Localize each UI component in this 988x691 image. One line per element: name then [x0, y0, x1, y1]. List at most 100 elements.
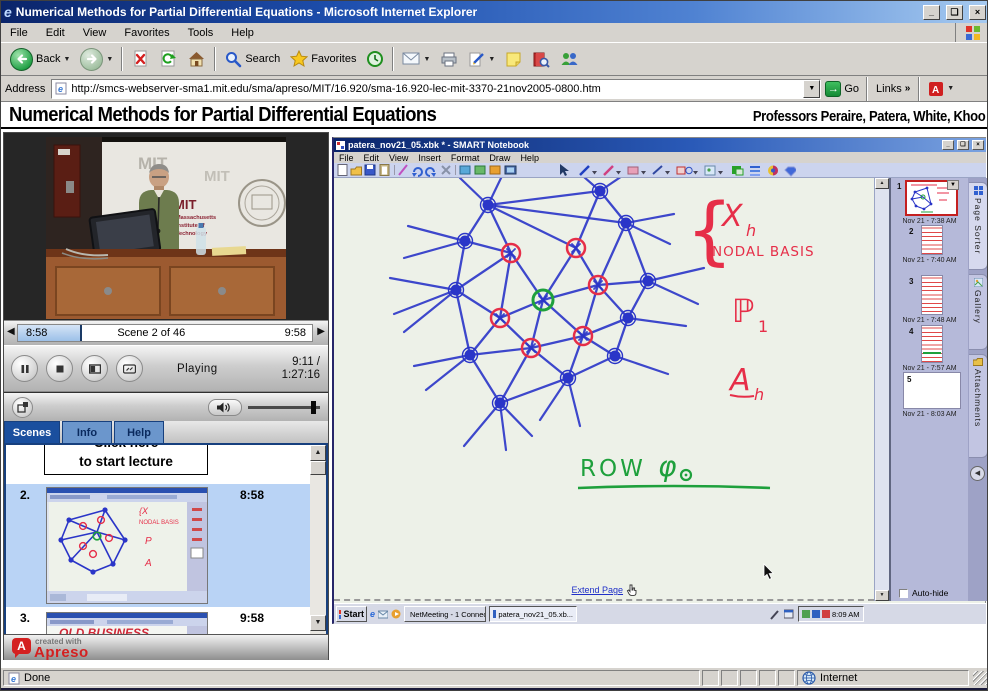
- edit-dropdown-icon[interactable]: ▼: [488, 56, 495, 63]
- search-button[interactable]: Search: [219, 45, 285, 73]
- menu-view[interactable]: View: [74, 25, 116, 41]
- scroll-up-icon[interactable]: ▲: [310, 445, 326, 461]
- go-button[interactable]: → Go: [821, 75, 863, 103]
- back-button[interactable]: Back ▼: [5, 45, 75, 73]
- scene-progress-marker[interactable]: [80, 324, 82, 342]
- nb-menu-insert[interactable]: Insert: [413, 153, 446, 163]
- mail-dropdown-icon[interactable]: ▼: [423, 56, 430, 63]
- menu-favorites[interactable]: Favorites: [115, 25, 178, 41]
- tray-icon-3[interactable]: [822, 610, 830, 618]
- volume-slider[interactable]: [248, 406, 320, 409]
- taskbar-netmeeting-button[interactable]: NetMeeting - 1 Connection: [404, 606, 486, 622]
- tab-scenes[interactable]: Scenes: [4, 421, 60, 443]
- menu-tools[interactable]: Tools: [179, 25, 223, 41]
- back-dropdown-icon[interactable]: ▼: [63, 56, 70, 63]
- nb-menu-file[interactable]: File: [334, 153, 359, 163]
- nb-menu-help[interactable]: Help: [515, 153, 544, 163]
- print-button[interactable]: [435, 45, 463, 73]
- address-dropdown-icon[interactable]: ▼: [803, 80, 820, 98]
- nb-order-tool-icon[interactable]: [750, 166, 760, 176]
- nb-edit-tools[interactable]: [399, 165, 450, 177]
- scene-2-item[interactable]: 2.: [6, 484, 310, 607]
- next-scene-icon[interactable]: ▶: [317, 326, 325, 337]
- nb-picture-tool-icon[interactable]: [705, 166, 723, 175]
- scroll-down-icon[interactable]: ▼: [310, 615, 326, 631]
- nb-maximize-icon[interactable]: ❑: [957, 140, 969, 150]
- home-button[interactable]: [182, 45, 211, 73]
- nb-scroll-down-icon[interactable]: ▼: [875, 590, 889, 601]
- extend-page-link[interactable]: Extend Page: [334, 584, 874, 596]
- auto-hide-checkbox[interactable]: Auto-hide: [899, 588, 948, 598]
- forward-button[interactable]: ▼: [75, 45, 118, 73]
- nb-pen-tool-icon[interactable]: [580, 166, 597, 175]
- scene-list-scrollbar[interactable]: ▲ ▼: [310, 445, 326, 634]
- quicklaunch-mail-icon[interactable]: [378, 609, 388, 619]
- tab-page-sorter[interactable]: Page Sorter: [969, 182, 988, 270]
- mute-button[interactable]: [208, 399, 242, 416]
- tab-help[interactable]: Help: [114, 421, 164, 443]
- refresh-button[interactable]: [154, 45, 182, 73]
- scene-3-thumbnail[interactable]: OLD BUSINESS: [46, 612, 208, 634]
- menu-help[interactable]: Help: [222, 25, 263, 41]
- page-thumbnail-2[interactable]: [921, 225, 943, 255]
- edit-button[interactable]: ▼: [463, 45, 500, 73]
- tray-pen-icon[interactable]: [770, 609, 780, 620]
- nb-color-tool-icon[interactable]: [768, 166, 778, 176]
- stop-button[interactable]: [126, 45, 154, 73]
- start-button[interactable]: Start: [336, 606, 367, 622]
- nb-screen-tools[interactable]: [460, 166, 516, 174]
- tray-icon-1[interactable]: [802, 610, 810, 618]
- quicklaunch-media-icon[interactable]: [391, 609, 401, 619]
- maximize-button[interactable]: ❑: [946, 5, 963, 20]
- favorites-button[interactable]: Favorites: [285, 45, 361, 73]
- page-thumbnail-3[interactable]: [921, 275, 943, 315]
- messenger-button[interactable]: [555, 45, 584, 73]
- page-1-dropdown-icon[interactable]: ▼: [947, 180, 959, 190]
- mail-button[interactable]: ▼: [397, 45, 435, 73]
- nb-eraser-tool-icon[interactable]: [628, 167, 646, 175]
- nb-minimize-icon[interactable]: _: [942, 140, 954, 150]
- address-input[interactable]: e http://smcs-webserver-sma1.mit.edu/sma…: [51, 79, 821, 99]
- nb-shapes-tool-icon[interactable]: [677, 167, 698, 175]
- collapse-sidebar-icon[interactable]: ◀: [970, 466, 985, 481]
- close-button[interactable]: ×: [969, 5, 986, 20]
- tray-window-icon[interactable]: [784, 609, 794, 620]
- nb-canvas[interactable]: { X h NODAL BASIS ℙ 1 A h ROW φ: [334, 178, 874, 601]
- quicklaunch-ie-icon[interactable]: e: [370, 609, 375, 619]
- nb-pointer-tool-icon[interactable]: [560, 164, 569, 176]
- scene-3-item[interactable]: 3. OLD BUSINESS 9:58: [6, 607, 310, 634]
- nb-menu-view[interactable]: View: [384, 153, 413, 163]
- scene-progress[interactable]: 8:58 Scene 2 of 46 9:58: [17, 324, 313, 342]
- nb-menu-format[interactable]: Format: [446, 153, 485, 163]
- links-chevron-icon[interactable]: »: [905, 83, 911, 94]
- menu-edit[interactable]: Edit: [37, 25, 74, 41]
- tray-icon-2[interactable]: [812, 610, 820, 618]
- nb-creative-pen-icon[interactable]: [604, 166, 621, 175]
- scene-1-item[interactable]: Click here to start lecture: [44, 443, 208, 475]
- nb-line-tool-icon[interactable]: [653, 166, 670, 175]
- nb-menu-draw[interactable]: Draw: [484, 153, 515, 163]
- history-button[interactable]: [361, 45, 389, 73]
- forward-dropdown-icon[interactable]: ▼: [106, 56, 113, 63]
- adobe-pdf-button[interactable]: A ▼: [923, 75, 959, 103]
- nb-canvas-scrollbar[interactable]: ▲ ▼: [874, 178, 889, 601]
- page-thumbnail-4[interactable]: [921, 325, 943, 363]
- scroll-thumb[interactable]: [310, 461, 326, 475]
- prev-scene-icon[interactable]: ◀: [7, 326, 15, 337]
- research-button[interactable]: [527, 45, 555, 73]
- nb-scroll-up-icon[interactable]: ▲: [875, 178, 889, 189]
- note-button[interactable]: [500, 45, 527, 73]
- stop-playback-button[interactable]: [46, 355, 73, 382]
- tab-info[interactable]: Info: [62, 421, 112, 443]
- adobe-dropdown-icon[interactable]: ▼: [947, 85, 954, 92]
- nb-gem-icon[interactable]: [785, 167, 796, 176]
- taskbar-notebook-button[interactable]: patera_nov21_05.xb...: [489, 606, 577, 622]
- nb-close-icon[interactable]: ×: [972, 140, 984, 150]
- tab-attachments[interactable]: Attachments: [969, 354, 988, 458]
- layout-toggle-button[interactable]: [81, 355, 108, 382]
- nb-file-tools[interactable]: [338, 165, 389, 176]
- volume-handle[interactable]: [311, 401, 316, 414]
- scene-2-thumbnail[interactable]: {X NODAL BASIS P A: [46, 487, 208, 604]
- links-button[interactable]: Links »: [871, 75, 915, 103]
- page-thumbnail-5[interactable]: [903, 372, 961, 409]
